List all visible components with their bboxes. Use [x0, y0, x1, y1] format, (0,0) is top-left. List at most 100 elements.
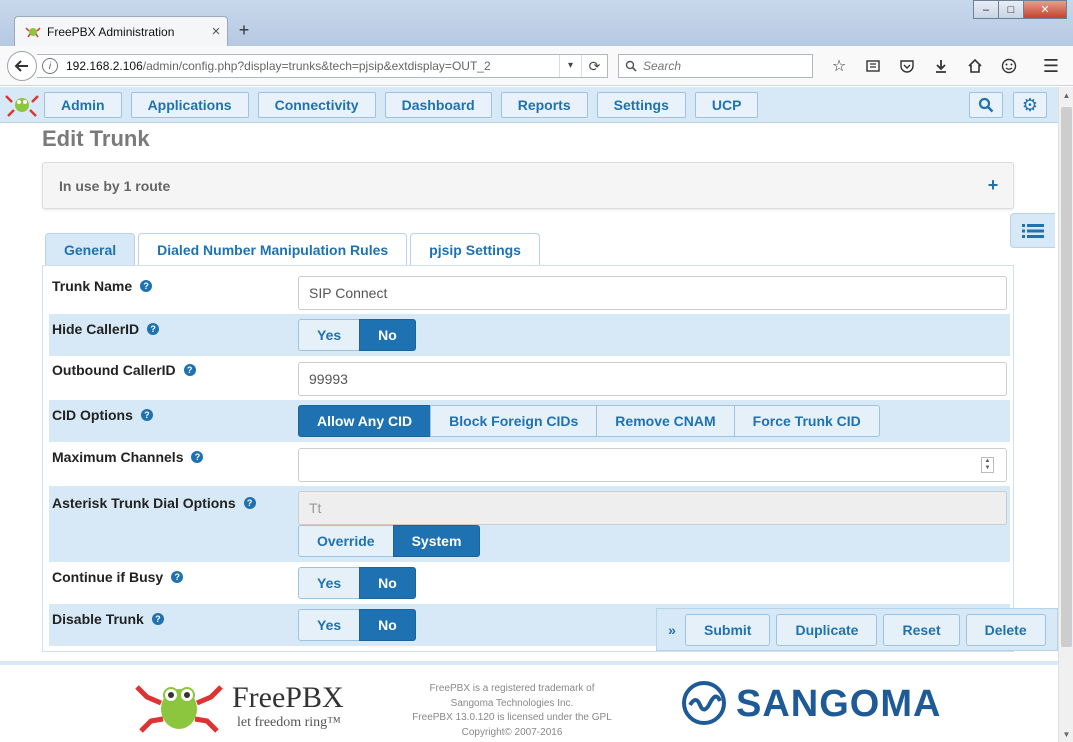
hide-callerid-toggle: Yes No	[298, 319, 416, 351]
tab-dialed-number-rules[interactable]: Dialed Number Manipulation Rules	[138, 233, 408, 265]
nav-reports[interactable]: Reports	[500, 92, 588, 118]
disable-trunk-yes[interactable]: Yes	[298, 609, 361, 641]
reading-list-icon[interactable]	[856, 54, 890, 78]
legal-line: FreePBX is a registered trademark of	[429, 683, 595, 694]
dial-options-override[interactable]: Override	[298, 525, 394, 557]
url-dropdown-icon[interactable]: ▾	[559, 55, 581, 77]
browser-search-input[interactable]	[643, 59, 803, 73]
fpbx-settings-button[interactable]: ⚙	[1013, 92, 1047, 118]
duplicate-button[interactable]: Duplicate	[776, 613, 878, 646]
cid-options-label: CID Options?	[52, 407, 153, 423]
reload-icon[interactable]: ⟳	[581, 55, 607, 77]
outbound-callerid-input[interactable]: 99993	[298, 362, 1007, 396]
maximize-button[interactable]: □	[998, 0, 1024, 19]
fpbx-search-button[interactable]	[969, 92, 1003, 118]
browser-tab[interactable]: FreePBX Administration ×	[14, 16, 228, 46]
list-icon	[1022, 223, 1044, 238]
form-tabs: General Dialed Number Manipulation Rules…	[45, 233, 543, 265]
cid-allow-any[interactable]: Allow Any CID	[298, 405, 432, 437]
continue-if-busy-yes[interactable]: Yes	[298, 567, 361, 599]
collapse-chevron-icon[interactable]: »	[662, 622, 682, 638]
row-outbound-callerid: Outbound CallerID? 99993	[49, 356, 1010, 400]
site-info-icon[interactable]: i	[42, 58, 58, 74]
help-icon[interactable]: ?	[151, 613, 164, 625]
pocket-icon[interactable]	[890, 54, 924, 78]
cid-force-trunk[interactable]: Force Trunk CID	[733, 405, 880, 437]
scroll-thumb[interactable]	[1061, 107, 1072, 647]
dial-options-system[interactable]: System	[392, 525, 481, 557]
nav-connectivity[interactable]: Connectivity	[257, 92, 376, 118]
url-text[interactable]: 192.168.2.106/admin/config.php?display=t…	[66, 59, 559, 73]
help-icon[interactable]: ?	[140, 280, 153, 292]
nav-applications[interactable]: Applications	[130, 92, 249, 118]
browser-search[interactable]	[618, 54, 813, 78]
trunk-name-input[interactable]: SIP Connect	[298, 276, 1007, 310]
expand-plus-icon[interactable]: +	[973, 175, 1013, 196]
help-icon[interactable]: ?	[140, 409, 153, 421]
vertical-scrollbar[interactable]: ▲ ▼	[1058, 87, 1073, 742]
hide-callerid-yes[interactable]: Yes	[298, 319, 361, 351]
bookmark-star-icon[interactable]: ☆	[822, 54, 856, 78]
row-continue-if-busy: Continue if Busy? Yes No	[49, 562, 1010, 604]
sangoma-wordmark: SANGOMA	[736, 683, 942, 725]
dial-options-mode: Override System	[298, 525, 481, 557]
hamburger-menu-icon[interactable]: ☰	[1037, 54, 1065, 78]
hide-callerid-label: Hide CallerID?	[52, 321, 160, 337]
freepbx-frog-icon	[133, 679, 225, 735]
row-dial-options: Asterisk Trunk Dial Options? Tt Override…	[49, 486, 1010, 562]
help-icon[interactable]: ?	[183, 364, 196, 376]
tab-title: FreePBX Administration	[47, 24, 175, 39]
tab-close-icon[interactable]: ×	[205, 23, 227, 40]
legal-text: FreePBX is a registered trademark of San…	[412, 682, 612, 740]
nav-admin[interactable]: Admin	[44, 92, 122, 118]
disable-trunk-label: Disable Trunk?	[52, 611, 164, 627]
close-window-button[interactable]: ✕	[1023, 0, 1067, 19]
disable-trunk-toggle: Yes No	[298, 609, 416, 641]
help-icon[interactable]: ?	[191, 451, 204, 463]
freepbx-menu: Admin Applications Connectivity Dashboar…	[44, 92, 767, 118]
cid-options-group: Allow Any CID Block Foreign CIDs Remove …	[298, 405, 880, 437]
browser-navbar: i 192.168.2.106/admin/config.php?display…	[0, 46, 1073, 86]
new-tab-button[interactable]: +	[236, 20, 252, 40]
help-icon[interactable]: ?	[171, 571, 184, 583]
number-spinner-icon[interactable]: ▲ ▼	[981, 457, 994, 473]
cid-block-foreign[interactable]: Block Foreign CIDs	[430, 405, 598, 437]
download-icon[interactable]	[924, 54, 958, 78]
back-button[interactable]	[7, 51, 37, 81]
continue-if-busy-no[interactable]: No	[359, 567, 416, 599]
search-icon	[978, 97, 994, 113]
help-icon[interactable]: ?	[147, 323, 160, 335]
feedback-smiley-icon[interactable]	[992, 54, 1026, 78]
page-title: Edit Trunk	[42, 126, 150, 151]
freepbx-brand: FreePBX	[232, 681, 344, 714]
outbound-callerid-label: Outbound CallerID?	[52, 362, 196, 378]
scroll-up-icon[interactable]: ▲	[1059, 87, 1073, 103]
scroll-down-icon[interactable]: ▼	[1059, 726, 1073, 742]
reset-button[interactable]: Reset	[883, 613, 960, 646]
cid-remove-cnam[interactable]: Remove CNAM	[596, 405, 735, 437]
max-channels-input[interactable]: ▲ ▼	[298, 448, 1007, 482]
dial-options-input[interactable]: Tt	[298, 491, 1007, 525]
legal-line: Sangoma Technologies Inc.	[450, 697, 574, 709]
row-max-channels: Maximum Channels? ▲ ▼	[49, 442, 1010, 486]
window-controls: – □ ✕	[973, 0, 1067, 19]
minimize-button[interactable]: –	[973, 0, 999, 19]
delete-button[interactable]: Delete	[965, 613, 1046, 646]
url-bar[interactable]: i 192.168.2.106/admin/config.php?display…	[37, 54, 608, 78]
usage-panel[interactable]: In use by 1 route +	[42, 162, 1014, 209]
freepbx-frog-logo-icon[interactable]	[4, 92, 40, 118]
hide-callerid-no[interactable]: No	[359, 319, 416, 351]
freepbx-favicon-icon	[25, 25, 41, 39]
nav-dashboard[interactable]: Dashboard	[384, 92, 492, 118]
tab-general[interactable]: General	[45, 233, 136, 265]
continue-if-busy-label: Continue if Busy?	[52, 569, 184, 585]
submit-button[interactable]: Submit	[685, 613, 771, 646]
tab-pjsip-settings[interactable]: pjsip Settings	[410, 233, 540, 265]
footer: FreePBX let freedom ring™ FreePBX is a r…	[0, 665, 1058, 742]
home-icon[interactable]	[958, 54, 992, 78]
help-icon[interactable]: ?	[243, 497, 256, 509]
nav-ucp[interactable]: UCP	[694, 92, 759, 118]
side-list-toggle[interactable]	[1010, 213, 1055, 248]
disable-trunk-no[interactable]: No	[359, 609, 416, 641]
nav-settings[interactable]: Settings	[596, 92, 686, 118]
